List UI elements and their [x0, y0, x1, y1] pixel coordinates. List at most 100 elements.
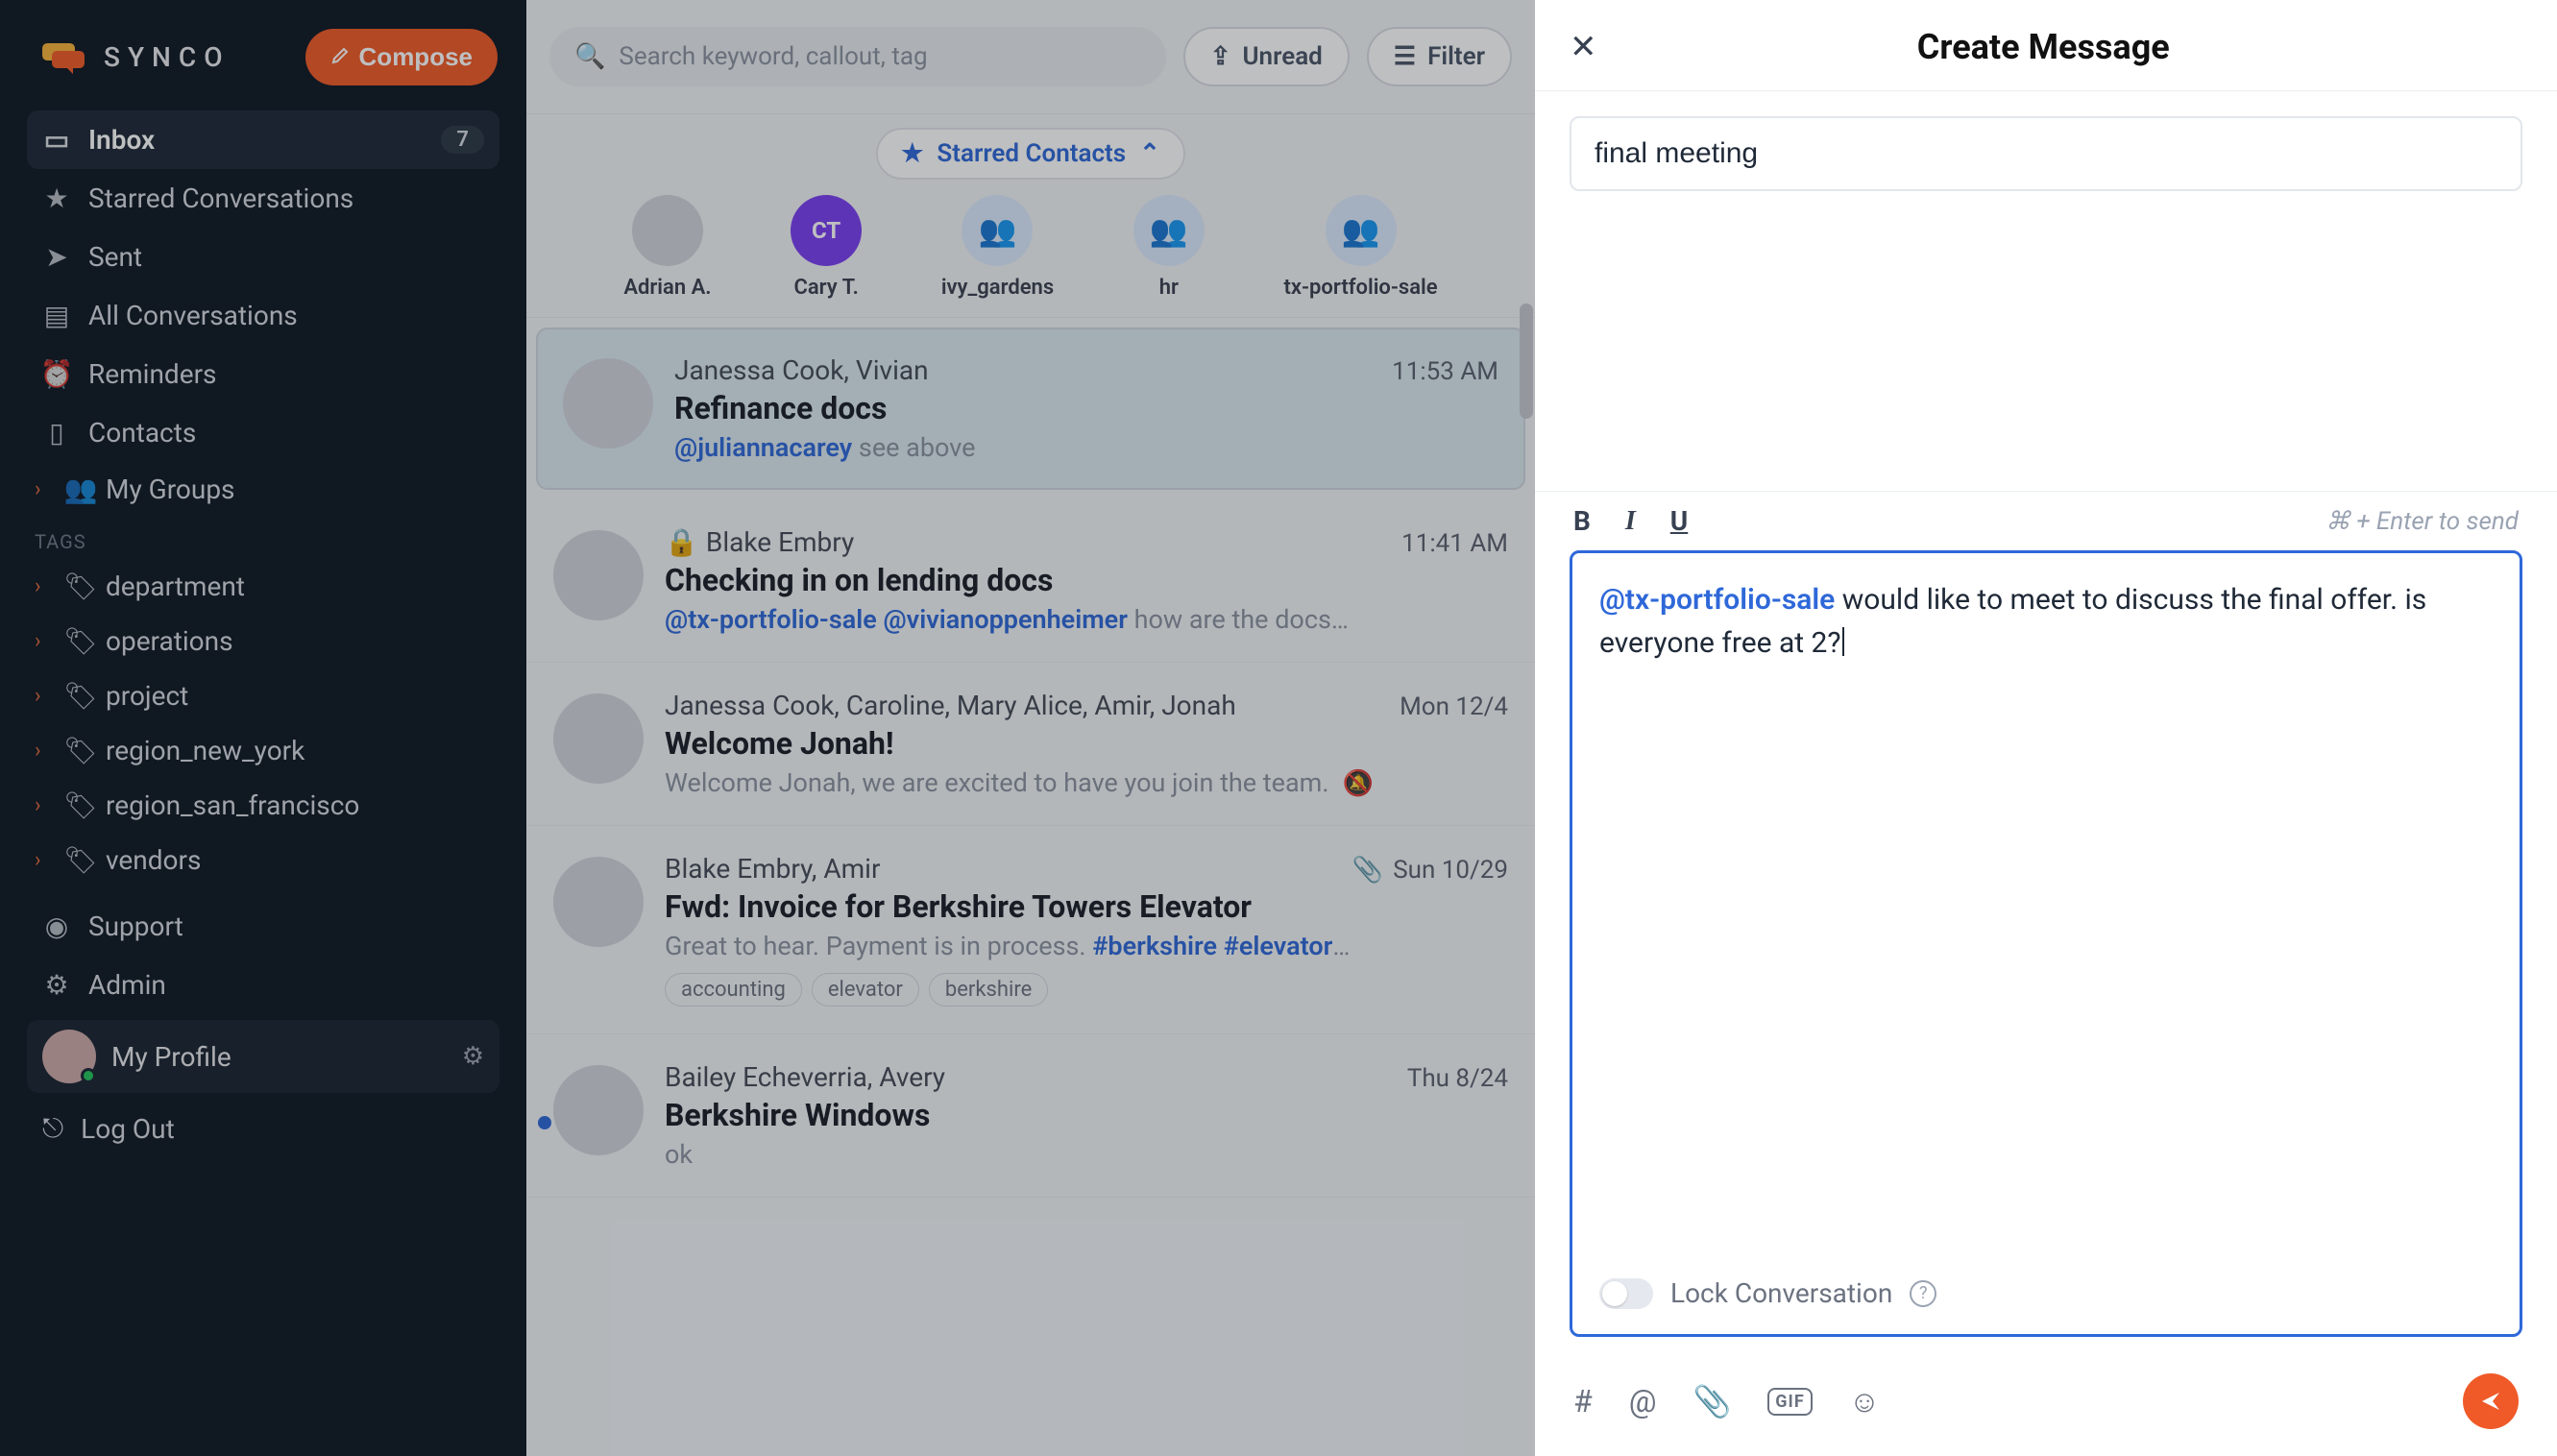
unread-button[interactable]: ⇪ Unread — [1183, 27, 1350, 86]
tag-project[interactable]: ›🏷project — [27, 668, 499, 723]
contact-label: Adrian A. — [623, 276, 711, 300]
close-icon[interactable]: ✕ — [1570, 28, 1597, 66]
preview-text: see above — [852, 432, 975, 463]
filter-label: Filter — [1427, 42, 1485, 71]
emoji-button[interactable]: ☺ — [1849, 1383, 1881, 1420]
tag-pill[interactable]: berkshire — [929, 973, 1048, 1007]
conversation-list: Janessa Cook, Vivian11:53 AM Refinance d… — [526, 318, 1535, 1456]
star-icon: ★ — [901, 139, 923, 168]
message-editor[interactable]: @tx-portfolio-sale would like to meet to… — [1570, 550, 2522, 1337]
nav-mygroups-label: My Groups — [106, 473, 235, 505]
tag-region-ny[interactable]: ›🏷region_new_york — [27, 723, 499, 778]
unread-label: Unread — [1242, 42, 1322, 71]
bold-button[interactable]: B — [1573, 505, 1591, 537]
lock-conversation-row: Lock Conversation ? — [1599, 1262, 2493, 1309]
nav-contacts[interactable]: ▯ Contacts — [27, 403, 499, 462]
unread-dot — [538, 1116, 551, 1129]
tag-region-sf[interactable]: ›🏷region_san_francisco — [27, 778, 499, 833]
nav-starred[interactable]: ★ Starred Conversations — [27, 169, 499, 228]
presence-dot — [81, 1068, 96, 1083]
hashtag: #berkshire — [1092, 931, 1217, 961]
conversation-pane: 🔍 Search keyword, callout, tag ⇪ Unread … — [526, 0, 1535, 1456]
chat-icon: ▤ — [42, 300, 71, 331]
contact-cary[interactable]: CTCary T. — [791, 195, 862, 300]
italic-button[interactable]: I — [1625, 506, 1636, 537]
attachment-button[interactable]: 📎 — [1692, 1383, 1731, 1420]
tag-pill[interactable]: elevator — [812, 973, 919, 1007]
preview: @juliannacarey see above — [674, 432, 1498, 463]
underline-button[interactable]: U — [1670, 505, 1688, 537]
star-icon: ★ — [42, 182, 71, 214]
contact-hr[interactable]: 👥hr — [1133, 195, 1205, 300]
tag-label: operations — [106, 625, 233, 657]
subject: Checking in on lending docs — [665, 562, 1508, 598]
nav-logout-label: Log Out — [81, 1113, 175, 1145]
profile-row[interactable]: My Profile ⚙ — [27, 1020, 499, 1093]
lock-toggle[interactable] — [1599, 1278, 1653, 1309]
conversation-item[interactable]: Bailey Echeverria, AveryThu 8/24 Berkshi… — [526, 1034, 1535, 1198]
compose-button[interactable]: Compose — [305, 29, 498, 85]
tag-label: region_new_york — [106, 735, 304, 766]
gear-icon[interactable]: ⚙ — [462, 1042, 484, 1071]
hashtag: #elevator — [1224, 931, 1333, 961]
avatar — [553, 857, 644, 947]
help-icon[interactable]: ? — [1910, 1280, 1936, 1307]
starred-contacts-toggle[interactable]: ★ Starred Contacts ⌃ — [876, 128, 1185, 180]
conversation-item[interactable]: Janessa Cook, Vivian11:53 AM Refinance d… — [536, 328, 1525, 490]
clock-icon: ⏰ — [42, 358, 71, 390]
chevron-right-icon: › — [35, 848, 56, 872]
nav-inbox[interactable]: ▭ Inbox 7 — [27, 110, 499, 169]
mention-button[interactable]: @ — [1629, 1383, 1657, 1420]
time: 11:53 AM — [1392, 357, 1498, 386]
conversation-item[interactable]: Janessa Cook, Caroline, Mary Alice, Amir… — [526, 663, 1535, 826]
starred-contacts-label: Starred Contacts — [937, 139, 1126, 168]
nav-all-label: All Conversations — [88, 300, 298, 331]
contact-adrian[interactable]: Adrian A. — [623, 195, 711, 300]
nav-admin-label: Admin — [88, 969, 166, 1001]
contact-ivy[interactable]: 👥 ivy_gardens — [941, 195, 1054, 300]
time-text: Sun 10/29 — [1393, 856, 1508, 885]
send-button[interactable] — [2463, 1373, 2519, 1429]
tags-list: ›🏷department ›🏷operations ›🏷project ›🏷re… — [0, 559, 526, 887]
nav-logout[interactable]: ⎋ Log Out — [27, 1099, 499, 1158]
nav-support[interactable]: ◉ Support — [27, 897, 499, 956]
nav-sent[interactable]: ➤ Sent — [27, 228, 499, 286]
contact-txportfolio[interactable]: 👥tx-portfolio-sale — [1283, 195, 1437, 300]
nav-reminders[interactable]: ⏰ Reminders — [27, 345, 499, 403]
subject-input[interactable] — [1570, 116, 2522, 191]
nav-all[interactable]: ▤ All Conversations — [27, 286, 499, 345]
avatar — [632, 195, 703, 266]
contact-label: ivy_gardens — [941, 276, 1054, 300]
tag-operations[interactable]: ›🏷operations — [27, 614, 499, 668]
ellipsis: … — [1332, 931, 1350, 961]
brand-name: SYNCO — [104, 41, 231, 73]
scrollbar[interactable] — [1520, 303, 1533, 419]
tag-icon: 🏷 — [67, 789, 94, 821]
filter-button[interactable]: ☰ Filter — [1367, 27, 1512, 86]
from: Bailey Echeverria, Avery — [665, 1061, 945, 1093]
avatar — [553, 1065, 644, 1155]
lifebuoy-icon: ◉ — [42, 910, 71, 942]
inbox-icon: ▭ — [42, 124, 71, 156]
hashtag-button[interactable]: # — [1573, 1383, 1593, 1420]
nav-admin[interactable]: ⚙ Admin — [27, 956, 499, 1014]
nav-support-label: Support — [88, 910, 183, 942]
chevron-right-icon: › — [35, 793, 56, 817]
group-icon: 👥 — [962, 195, 1033, 266]
tag-icon: 🏷 — [67, 680, 94, 712]
nav-mygroups[interactable]: › 👥 My Groups — [27, 462, 499, 517]
preview: ok — [665, 1139, 1508, 1170]
search-input[interactable]: 🔍 Search keyword, callout, tag — [549, 27, 1166, 86]
gif-button[interactable]: GIF — [1767, 1388, 1812, 1416]
conversation-item[interactable]: 🔒Blake Embry11:41 AM Checking in on lend… — [526, 499, 1535, 663]
tag-department[interactable]: ›🏷department — [27, 559, 499, 614]
tag-pill[interactable]: accounting — [665, 973, 802, 1007]
nav-sent-label: Sent — [88, 241, 142, 273]
mute-icon: 🔕 — [1342, 769, 1373, 798]
group-icon: 👥 — [1326, 195, 1397, 266]
conversation-item[interactable]: Blake Embry, Amir📎Sun 10/29 Fwd: Invoice… — [526, 826, 1535, 1034]
lock-label: Lock Conversation — [1670, 1277, 1892, 1309]
sidebar: SYNCO Compose ▭ Inbox 7 ★ Starred Conver… — [0, 0, 526, 1456]
compose-label: Compose — [359, 42, 473, 72]
tag-vendors[interactable]: ›🏷vendors — [27, 833, 499, 887]
